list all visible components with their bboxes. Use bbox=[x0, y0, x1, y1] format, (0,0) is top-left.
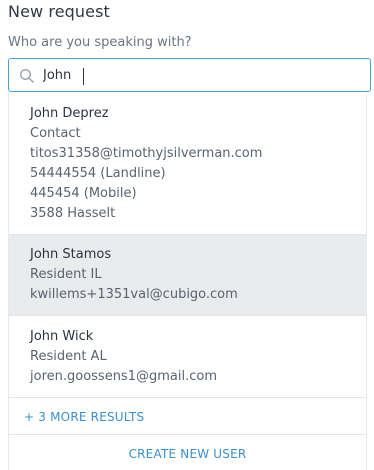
result-email: titos31358@timothyjsilverman.com bbox=[30, 146, 263, 161]
result-mobile: 445454 (Mobile) bbox=[30, 186, 137, 201]
result-item-john-deprez[interactable]: John Deprez Contact titos31358@timothyjs… bbox=[9, 93, 366, 235]
result-type: Contact bbox=[30, 126, 81, 141]
speaking-with-label: Who are you speaking with? bbox=[8, 35, 192, 50]
create-new-user-button[interactable]: CREATE NEW USER bbox=[9, 446, 366, 462]
result-email: kwillems+1351val@cubigo.com bbox=[30, 287, 238, 302]
result-type: Resident IL bbox=[30, 267, 102, 282]
search-icon bbox=[19, 68, 34, 83]
result-email: joren.goossens1@gmail.com bbox=[30, 369, 217, 384]
result-name: John Deprez bbox=[30, 106, 109, 121]
result-name: John Wick bbox=[30, 329, 94, 344]
search-input[interactable] bbox=[43, 65, 353, 85]
page-title: New request bbox=[8, 2, 110, 21]
divider bbox=[9, 434, 366, 435]
search-results-list: John Deprez Contact titos31358@timothyjs… bbox=[8, 93, 367, 470]
result-landline: 54444554 (Landline) bbox=[30, 166, 166, 181]
search-field[interactable] bbox=[8, 58, 371, 92]
result-type: Resident AL bbox=[30, 349, 107, 364]
result-name: John Stamos bbox=[30, 247, 112, 262]
result-address: 3588 Hasselt bbox=[30, 206, 116, 221]
text-caret bbox=[83, 68, 84, 85]
result-item-john-stamos[interactable]: John Stamos Resident IL kwillems+1351val… bbox=[9, 235, 366, 316]
more-results-link[interactable]: + 3 MORE RESULTS bbox=[24, 409, 144, 425]
result-item-john-wick[interactable]: John Wick Resident AL joren.goossens1@gm… bbox=[9, 316, 366, 398]
